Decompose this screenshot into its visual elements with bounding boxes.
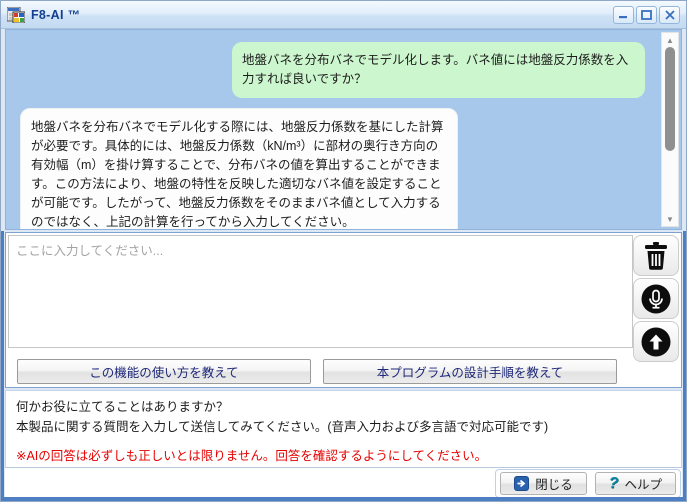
clear-chat-button[interactable]	[633, 235, 679, 276]
trash-icon	[643, 242, 669, 270]
footer-panel: 何かお役に立てることはありますか？ 本製品に関する質問を入力して送信してみてくだ…	[5, 390, 682, 468]
chat-history-panel: 地盤バネを分布バネでモデル化します。バネ値には地盤反力係数を入力すれば良いですか…	[5, 29, 682, 230]
suggestion-design-procedure[interactable]: 本プログラムの設計手順を教えて	[323, 359, 617, 384]
suggestion-row: この機能の使い方を教えて 本プログラムの設計手順を教えて	[17, 359, 617, 384]
voice-input-button[interactable]	[633, 278, 679, 319]
titlebar: F8-AI ™	[1, 1, 686, 29]
close-button-label: 閉じる	[535, 474, 573, 493]
window-frame-bottom	[1, 497, 686, 501]
chat-scrollbar[interactable]: ▲ ▼	[661, 32, 679, 227]
bottom-bar: 閉じる ? ヘルプ	[5, 468, 682, 499]
close-button[interactable]: 閉じる	[500, 472, 587, 495]
help-button-label: ヘルプ	[624, 474, 662, 493]
help-button[interactable]: ? ヘルプ	[595, 472, 676, 495]
f8-ai-dialog: F8-AI ™ 地盤バネを分布バネでモデル化します。バネ値には地盤反力係数を入力…	[0, 0, 687, 502]
chat-input[interactable]	[8, 235, 633, 348]
scroll-up-icon[interactable]: ▲	[662, 34, 678, 46]
window-controls	[613, 6, 680, 24]
input-panel: この機能の使い方を教えて 本プログラムの設計手順を教えて	[5, 232, 682, 388]
dialog-button-group: 閉じる ? ヘルプ	[495, 469, 681, 498]
maximize-icon[interactable]	[636, 6, 657, 24]
arrow-up-icon	[641, 327, 671, 357]
send-message-button[interactable]	[633, 321, 679, 362]
app-icon	[7, 7, 25, 23]
window-frame-left	[1, 231, 4, 501]
scrollbar-thumb[interactable]	[665, 47, 675, 151]
footer-line1: 何かお役に立てることはありますか？	[16, 397, 671, 417]
input-action-buttons	[633, 235, 679, 362]
window-title: F8-AI ™	[31, 8, 80, 22]
arrow-right-icon	[514, 476, 529, 491]
suggestion-how-to-use[interactable]: この機能の使い方を教えて	[17, 359, 311, 384]
footer-line2: 本製品に関する質問を入力して送信してみてください。(音声入力および多言語で対応可…	[16, 417, 671, 437]
question-mark-icon: ?	[609, 475, 619, 493]
microphone-icon	[641, 284, 671, 314]
scroll-down-icon[interactable]: ▼	[662, 213, 678, 225]
close-x-icon[interactable]	[659, 6, 680, 24]
ai-disclaimer-text: ※AIの回答は必ずしも正しいとは限りません。回答を確認するようにしてください。	[16, 446, 671, 466]
minimize-icon[interactable]	[613, 6, 634, 24]
window-frame-right	[683, 231, 686, 501]
user-message-bubble: 地盤バネを分布バネでモデル化します。バネ値には地盤反力係数を入力すれば良いですか…	[232, 42, 645, 98]
message-list: 地盤バネを分布バネでモデル化します。バネ値には地盤反力係数を入力すれば良いですか…	[6, 30, 659, 229]
assistant-message-bubble: 地盤バネを分布バネでモデル化する際には、地盤反力係数を基にした計算が必要です。具…	[20, 108, 458, 230]
